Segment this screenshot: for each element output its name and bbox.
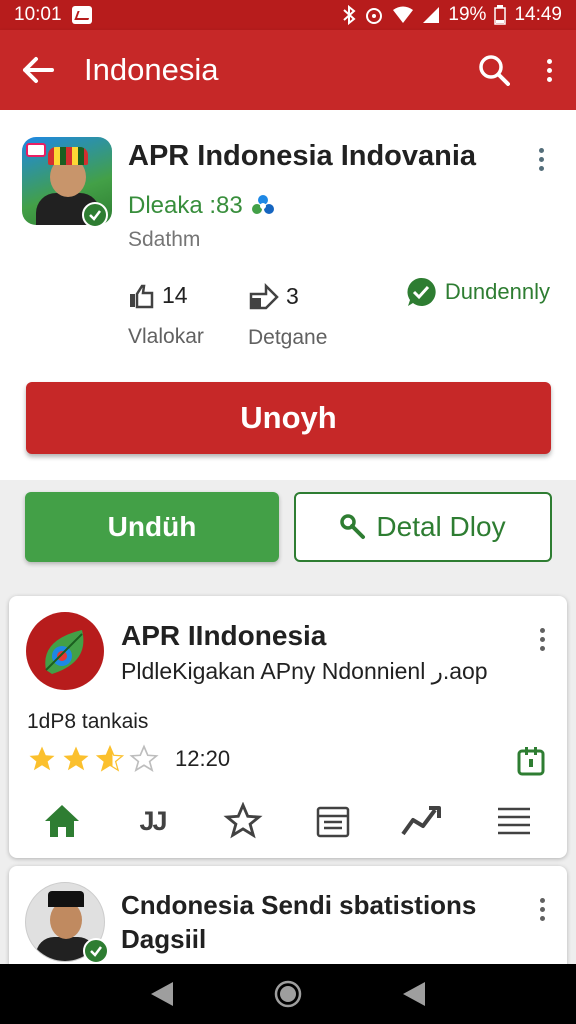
card-description: PldleKigakan APny Ndonnienl ر.aop — [121, 658, 488, 684]
stat-shares: 3 Detgane — [248, 282, 327, 350]
wifi-icon — [393, 6, 414, 23]
card-options-icon[interactable] — [537, 898, 547, 921]
signal-icon — [423, 7, 440, 23]
calendar-grid-icon — [316, 806, 350, 838]
page-title: Indonesia — [84, 52, 219, 87]
stat-likes: 14 Vlalokar — [128, 282, 204, 349]
nav-menu[interactable] — [488, 799, 540, 843]
nav-favorites[interactable] — [217, 799, 269, 843]
trending-icon — [401, 806, 442, 836]
status-time: 10:01 — [14, 4, 62, 25]
nav-home[interactable] — [36, 799, 88, 843]
star-outline-icon — [223, 802, 263, 839]
stat-shares-value: 3 — [286, 282, 299, 309]
tv-icon — [26, 143, 46, 157]
verified-badge-icon — [82, 202, 108, 228]
home-circle-icon[interactable] — [273, 979, 303, 1009]
card-meta: 1dP8 tankais — [27, 710, 149, 733]
app-header-card: APR Indonesia Indovania Dleaka :83 Sdath… — [0, 110, 576, 480]
battery-percent: 19% — [448, 4, 487, 25]
nav-trending[interactable] — [397, 799, 449, 843]
verified-status: Dundennly — [405, 276, 550, 308]
card-title: Cndonesia Sendi sbatistions Dagsiil — [121, 890, 477, 954]
app-name: APR Indonesia Indovania — [128, 140, 477, 172]
developer-badge-icon — [251, 195, 274, 214]
detail-button-label: Detal Dloy — [376, 511, 506, 542]
card-title: APR IIndonesia — [121, 620, 327, 651]
app-card[interactable]: APR IIndonesia PldleKigakan APny Ndonnie… — [9, 596, 567, 858]
app-bar: Indonesia — [0, 30, 576, 110]
card-bottom-nav: JJ — [9, 796, 567, 846]
stat-likes-label: Vlalokar — [128, 325, 204, 348]
action-button-row: Undüh Detal Dloy — [25, 492, 552, 562]
stat-likes-value: 14 — [162, 282, 188, 308]
menu-icon — [497, 807, 530, 835]
developer-row[interactable]: Dleaka :83 — [128, 192, 275, 220]
home-icon — [45, 805, 80, 837]
app-options-icon[interactable] — [536, 148, 546, 171]
alarm-icon — [366, 8, 383, 24]
rating-row: 12:20 — [27, 744, 230, 774]
system-nav-bar — [0, 964, 576, 1024]
back-arrow-icon[interactable] — [22, 56, 54, 84]
stat-shares-label: Detgane — [248, 326, 328, 349]
bluetooth-icon — [343, 5, 356, 25]
battery-icon — [494, 5, 507, 25]
verified-label: Dundennly — [444, 279, 550, 304]
key-icon — [340, 514, 366, 539]
status-clock: 14:49 — [514, 4, 562, 25]
install-button[interactable]: Unoyh — [26, 382, 551, 454]
star-filled-icon — [29, 746, 55, 771]
download-button[interactable]: Undüh — [25, 492, 279, 562]
nav-calendar[interactable] — [307, 799, 359, 843]
developer-name: Dleaka :83 — [128, 192, 243, 219]
recents-icon[interactable] — [401, 980, 427, 1008]
detail-button[interactable]: Detal Dloy — [294, 492, 552, 562]
calendar-icon[interactable] — [517, 746, 545, 776]
nav-jj[interactable]: JJ — [126, 799, 178, 843]
back-icon[interactable] — [149, 980, 175, 1008]
thumbs-up-icon — [130, 284, 154, 308]
star-half-icon — [95, 744, 125, 772]
verified-badge-icon — [83, 938, 109, 964]
star-empty-icon — [129, 744, 159, 773]
status-bar: 10:01 19% 14:49 — [0, 0, 576, 30]
leaf-logo-icon — [45, 630, 84, 674]
star-filled-icon — [63, 746, 89, 771]
notification-icon — [71, 6, 92, 24]
card-time: 12:20 — [175, 746, 231, 771]
check-circle-icon — [407, 277, 436, 306]
share-icon — [249, 282, 279, 310]
app-logo — [26, 612, 104, 690]
card-options-icon[interactable] — [537, 628, 547, 651]
more-options-icon[interactable] — [544, 58, 554, 82]
app-category: Sdathm — [128, 228, 201, 251]
search-icon[interactable] — [478, 54, 510, 86]
nav-jj-label: JJ — [139, 805, 167, 836]
